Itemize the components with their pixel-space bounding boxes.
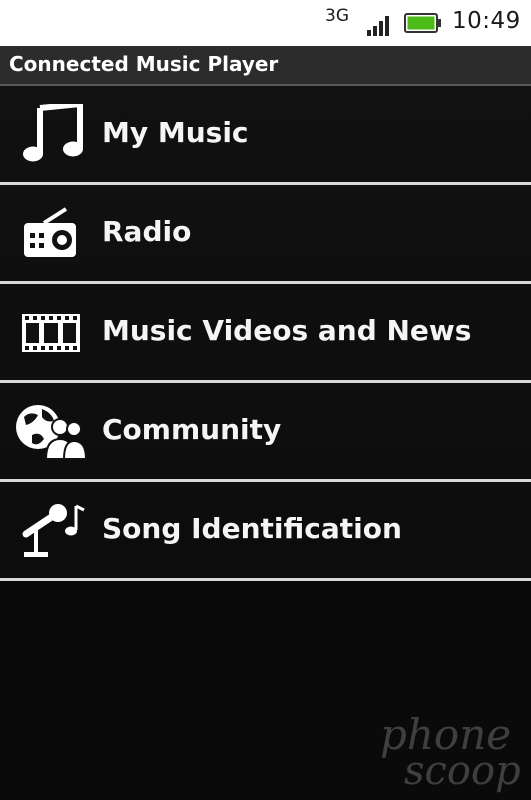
- app-title-bar: Connected Music Player: [0, 46, 531, 86]
- microphone-note-icon: [22, 504, 85, 557]
- radio-icon: [24, 207, 76, 257]
- status-bar: 3G 10:49: [0, 0, 531, 46]
- app-title: Connected Music Player: [9, 52, 279, 76]
- menu-item-community[interactable]: Community: [0, 383, 531, 482]
- signal-bars-icon: [367, 16, 389, 36]
- music-note-icon: [23, 104, 83, 162]
- menu-item-my-music[interactable]: My Music: [0, 86, 531, 185]
- menu-item-label: Song Identification: [102, 512, 402, 545]
- menu-item-radio[interactable]: Radio: [0, 185, 531, 284]
- globe-people-icon: [16, 405, 88, 460]
- menu-item-music-videos-news[interactable]: Music Videos and News: [0, 284, 531, 383]
- menu-item-label: Music Videos and News: [102, 314, 472, 347]
- menu-item-label: Radio: [102, 215, 192, 248]
- menu-item-label: My Music: [102, 116, 249, 149]
- film-strip-icon: [22, 314, 80, 352]
- network-type: 3G: [325, 6, 349, 26]
- menu-item-label: Community: [102, 413, 282, 446]
- watermark-line: scoop: [404, 748, 521, 794]
- clock: 10:49: [452, 8, 521, 34]
- watermark-logo: phone scoop: [370, 714, 530, 800]
- battery-icon: [404, 13, 441, 33]
- menu-item-song-identification[interactable]: Song Identification: [0, 482, 531, 581]
- main-menu: My Music Radio Music Videos and News Com…: [0, 86, 531, 581]
